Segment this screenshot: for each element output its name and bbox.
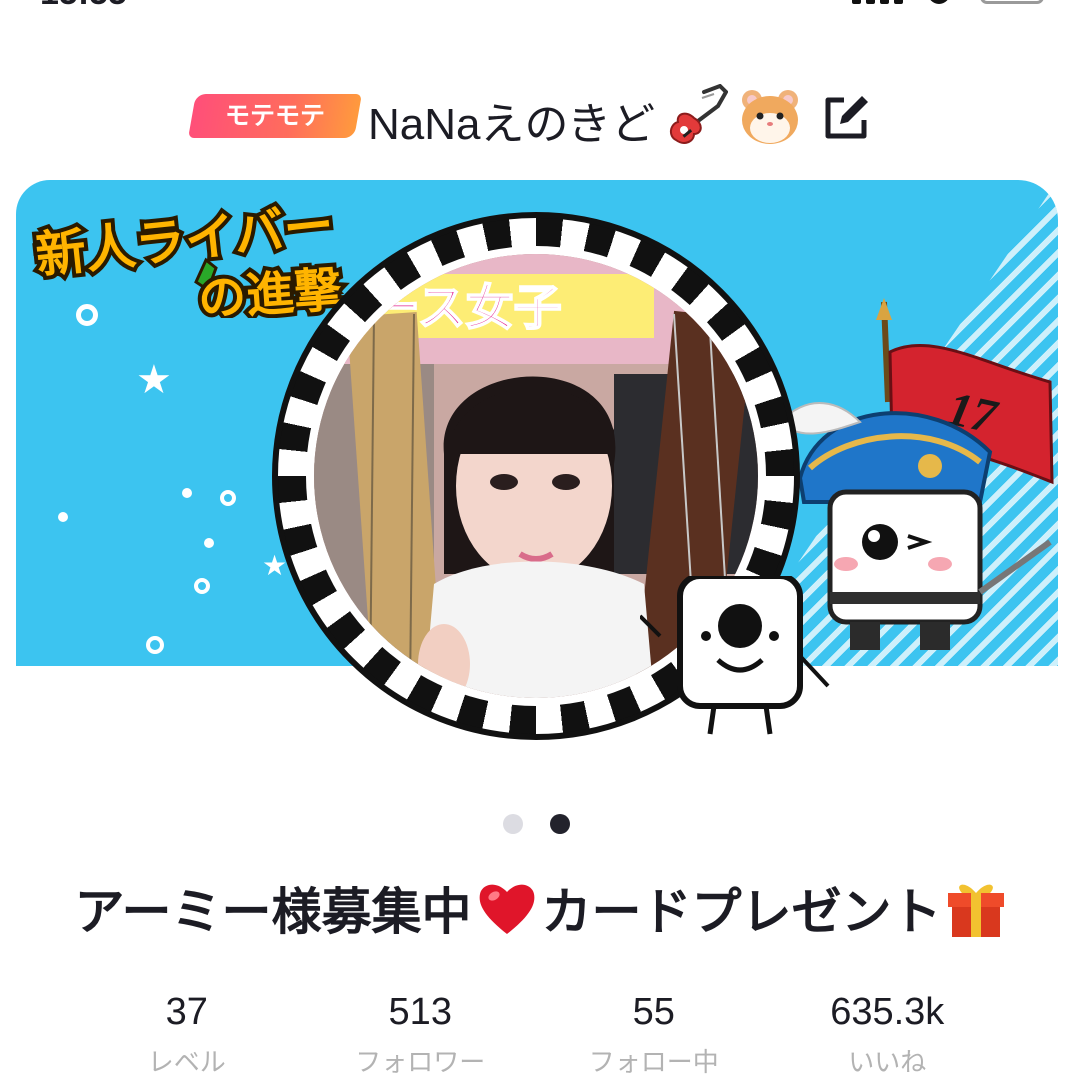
pager-dot[interactable]: [550, 814, 570, 834]
gift-icon: [947, 884, 1004, 937]
stat-value: 635.3k: [830, 991, 945, 1033]
status-badge: モテモテ: [188, 94, 362, 138]
stat-label: フォロワー: [355, 1048, 486, 1078]
badge-label: モテモテ: [224, 101, 325, 130]
stat-value: 37: [165, 991, 208, 1033]
wifi-icon: [928, 0, 950, 4]
stat-value: 513: [388, 991, 452, 1033]
deco-dot: [204, 538, 214, 548]
status-time: 15:55: [40, 0, 127, 13]
stat-label: いいね: [848, 1048, 927, 1078]
deco-dot: [58, 512, 68, 522]
status-bar: 15:55: [0, 0, 1080, 12]
stat-label: レベル: [147, 1048, 226, 1078]
profile-stats: 37 レベル 513 フォロワー 55 フォロー中 635.3k いいね: [70, 988, 1004, 1080]
heart-icon: [479, 884, 534, 934]
bio-text-part1: アーミー様募集中: [74, 883, 472, 941]
profile-bio: アーミー様募集中 カードプレゼント: [0, 872, 1080, 952]
pager-dot[interactable]: [503, 814, 523, 834]
mascot-character-image: [640, 576, 830, 735]
stat-value: 55: [632, 991, 675, 1033]
battery-icon: [980, 0, 1044, 4]
stat-level[interactable]: 37 レベル: [70, 988, 304, 1080]
profile-header: モテモテ NaNaえのきど: [0, 80, 1080, 152]
profile-username: NaNaえのきど: [368, 100, 656, 149]
edit-icon[interactable]: [820, 92, 872, 144]
hamster-icon: [742, 90, 798, 144]
deco-ring: [76, 304, 98, 326]
banner-title: 新人ライバー の進撃: [30, 198, 348, 318]
stat-followers[interactable]: 513 フォロワー: [304, 988, 538, 1080]
stat-label: フォロー中: [588, 1048, 719, 1078]
stat-likes[interactable]: 635.3k いいね: [771, 988, 1005, 1080]
deco-ring: [146, 636, 164, 654]
guitar-icon: [670, 84, 728, 144]
deco-ring: [220, 490, 236, 506]
banner-pager: [500, 814, 580, 834]
bio-text-part2: カードプレゼント: [541, 883, 942, 941]
banner-title-line2: の進撃: [196, 262, 344, 318]
stat-following[interactable]: 55 フォロー中: [537, 988, 771, 1080]
signal-icon: [852, 0, 903, 4]
deco-dot: [182, 488, 192, 498]
deco-star: ★: [136, 357, 172, 403]
deco-ring: [194, 578, 210, 594]
